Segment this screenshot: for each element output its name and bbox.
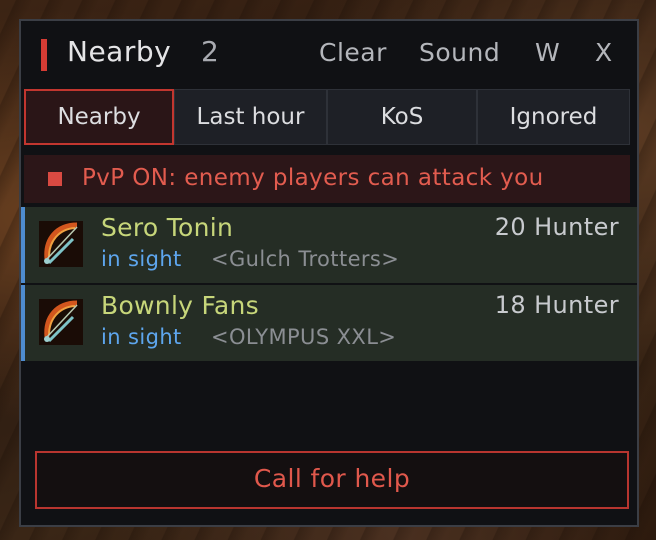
header-accent-bar [41,39,47,71]
hunter-bow-icon [39,221,83,267]
tab-last-hour[interactable]: Last hour [174,89,327,145]
tab-ignored[interactable]: Ignored [477,89,630,145]
player-row[interactable]: Sero Tonin 20 Hunter in sight <Gulch Tro… [21,207,637,283]
tab-nearby[interactable]: Nearby [24,89,174,145]
player-status: in sight [101,247,182,271]
nearby-players-panel: Nearby 2 Clear Sound W X Nearby Last hou… [19,19,639,527]
player-guild: <Gulch Trotters> [211,247,400,271]
hunter-bow-icon [39,299,83,345]
player-status: in sight [101,325,182,349]
close-button[interactable]: X [595,38,613,67]
panel-title: Nearby [67,35,172,68]
tab-bar: Nearby Last hour KoS Ignored [24,89,630,145]
pvp-alert-text: PvP ON: enemy players can attack you [82,165,544,191]
clear-button[interactable]: Clear [319,38,387,67]
player-count: 2 [201,35,219,68]
panel-header: Nearby 2 Clear Sound W X [21,21,637,89]
player-name: Sero Tonin [101,213,234,242]
call-for-help-button[interactable]: Call for help [35,451,629,509]
player-level-class: 18 Hunter [494,291,619,319]
whisper-button[interactable]: W [535,38,560,67]
player-level-class: 20 Hunter [494,213,619,241]
alert-square-icon [48,172,62,186]
player-guild: <OLYMPUS XXL> [211,325,397,349]
sound-button[interactable]: Sound [419,38,500,67]
player-list: Sero Tonin 20 Hunter in sight <Gulch Tro… [21,207,637,361]
tab-kos[interactable]: KoS [327,89,477,145]
pvp-alert: PvP ON: enemy players can attack you [24,155,630,203]
player-name: Bownly Fans [101,291,259,320]
player-row[interactable]: Bownly Fans 18 Hunter in sight <OLYMPUS … [21,285,637,361]
